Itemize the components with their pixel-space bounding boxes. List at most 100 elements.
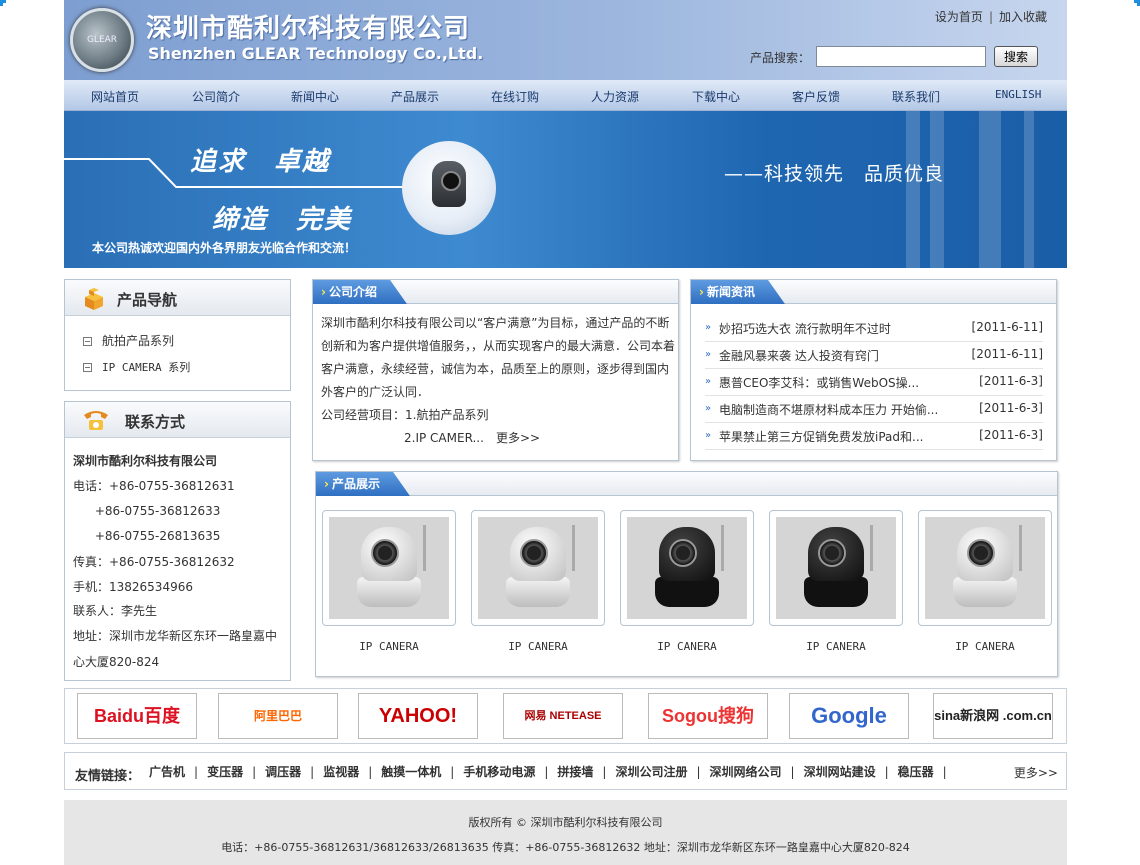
link-separator: | xyxy=(884,765,889,779)
nav-contact[interactable]: 联系我们 xyxy=(892,88,940,105)
yahoo-logo[interactable]: YAHOO! xyxy=(358,693,478,739)
nav-order[interactable]: 在线订购 xyxy=(491,88,539,105)
nav-home[interactable]: 网站首页 xyxy=(91,88,139,105)
contact-company: 深圳市酷利尔科技有限公司 xyxy=(73,454,218,468)
sina-logo[interactable]: sina新浪网 .com.cn xyxy=(933,693,1053,739)
friend-link[interactable]: 调压器 xyxy=(265,765,301,779)
friend-link[interactable]: 触摸一体机 xyxy=(381,765,441,779)
product-frame[interactable] xyxy=(620,510,754,626)
contact-header: 联系方式 xyxy=(65,402,290,438)
footer-contact: 电话：+86-0755-36812631/36812633/26813635 传… xyxy=(221,841,910,854)
nav-hr[interactable]: 人力资源 xyxy=(591,88,639,105)
news-item-title[interactable]: 电脑制造商不堪原材料成本压力 开始偷... xyxy=(719,401,938,418)
camera-lens xyxy=(371,539,399,567)
arrow-icon: › xyxy=(321,285,326,299)
product-item[interactable]: IP CANERA xyxy=(769,510,903,653)
product-frame[interactable] xyxy=(918,510,1052,626)
product-frame[interactable] xyxy=(769,510,903,626)
product-label[interactable]: IP CANERA xyxy=(620,640,754,653)
baidu-logo[interactable]: Baidu百度 xyxy=(77,693,197,739)
nav-english[interactable]: ENGLISH xyxy=(995,88,1041,101)
banner-stripe xyxy=(1024,111,1034,268)
news-item-title[interactable]: 金融风暴来袭 达人投资有窍门 xyxy=(719,347,879,364)
news-item[interactable]: » 妙招巧选大衣 流行款明年不过时 [2011-6-11] xyxy=(705,315,1043,342)
friend-link[interactable]: 稳压器 xyxy=(898,765,934,779)
nav-products[interactable]: 产品展示 xyxy=(391,88,439,105)
double-arrow-icon: » xyxy=(705,322,712,333)
friend-link[interactable]: 深圳网络公司 xyxy=(710,765,782,779)
page-container: GLEAR 深圳市酷利尔科技有限公司 Shenzhen GLEAR Techno… xyxy=(64,0,1067,865)
top-links: 设为首页 | 加入收藏 xyxy=(935,8,1047,25)
top-links-separator: | xyxy=(988,10,993,24)
product-label[interactable]: IP CANERA xyxy=(769,640,903,653)
antenna xyxy=(870,525,873,571)
collapse-icon xyxy=(83,337,92,346)
link-separator: | xyxy=(368,765,373,779)
google-logo[interactable]: Google xyxy=(789,693,909,739)
news-item-title[interactable]: 惠普CEO李艾科：或销售WebOS操... xyxy=(719,374,919,391)
news-item-title[interactable]: 妙招巧选大衣 流行款明年不过时 xyxy=(719,320,891,337)
nav-news[interactable]: 新闻中心 xyxy=(291,88,339,105)
footer-copyright: 版权所有 © 深圳市酷利尔科技有限公司 xyxy=(468,816,663,829)
product-item[interactable]: IP CANERA xyxy=(322,510,456,653)
product-item[interactable]: IP CANERA xyxy=(918,510,1052,653)
product-item[interactable]: IP CANERA xyxy=(620,510,754,653)
news-header: › 新闻资讯 xyxy=(691,280,1056,304)
search-button[interactable]: 搜索 xyxy=(994,46,1038,67)
friend-link[interactable]: 深圳公司注册 xyxy=(615,765,687,779)
friend-link[interactable]: 拼接墙 xyxy=(557,765,593,779)
alibaba-logo[interactable]: 阿里巴巴 Alibaba.com.cn xyxy=(218,693,338,739)
product-frame[interactable] xyxy=(471,510,605,626)
nav-feedback[interactable]: 客户反馈 xyxy=(792,88,840,105)
contact-box: 联系方式 深圳市酷利尔科技有限公司 电话：+86-0755-36812631 +… xyxy=(64,401,291,681)
banner-stripe xyxy=(906,111,920,268)
product-image[interactable] xyxy=(627,517,747,619)
products-header: › 产品展示 xyxy=(316,472,1057,496)
company-logo[interactable]: GLEAR xyxy=(70,8,134,72)
link-separator: | xyxy=(790,765,795,779)
friend-link[interactable]: 深圳网站建设 xyxy=(804,765,876,779)
product-frame[interactable] xyxy=(322,510,456,626)
news-item-date: [2011-6-3] xyxy=(979,374,1043,388)
category-label: IP CAMERA 系列 xyxy=(102,361,191,374)
product-image[interactable] xyxy=(329,517,449,619)
main-nav: 网站首页 公司简介 新闻中心 产品展示 在线订购 人力资源 下载中心 客户反馈 … xyxy=(64,80,1067,111)
news-item-title[interactable]: 苹果禁止第三方促销免费发放iPad和... xyxy=(719,428,923,445)
friend-link[interactable]: 变压器 xyxy=(207,765,243,779)
camera-lens xyxy=(967,539,995,567)
news-item[interactable]: » 苹果禁止第三方促销免费发放iPad和... [2011-6-3] xyxy=(705,423,1043,450)
links-more-link[interactable]: 更多>> xyxy=(1014,764,1058,781)
product-image[interactable] xyxy=(925,517,1045,619)
camera-base xyxy=(804,577,868,607)
camera-base xyxy=(953,577,1017,607)
category-ipcamera[interactable]: IP CAMERA 系列 xyxy=(83,359,190,375)
sogou-logo[interactable]: Sogou搜狗 xyxy=(648,693,768,739)
products-box: › 产品展示 IP CANERA IP CANERA IP CANERA IP CANE… xyxy=(315,471,1058,677)
friend-link[interactable]: 手机移动电源 xyxy=(463,765,535,779)
search-input[interactable] xyxy=(816,46,986,67)
product-image[interactable] xyxy=(776,517,896,619)
about-more-link[interactable]: 更多>> xyxy=(496,431,540,445)
friend-links-label: 友情链接： xyxy=(75,769,141,784)
product-label[interactable]: IP CANERA xyxy=(322,640,456,653)
netease-logo[interactable]: 网易 NETEASE www.163.com xyxy=(503,693,623,739)
news-item[interactable]: » 惠普CEO李艾科：或销售WebOS操... [2011-6-3] xyxy=(705,369,1043,396)
friend-link[interactable]: 广告机 xyxy=(149,765,185,779)
double-arrow-icon: » xyxy=(705,376,712,387)
product-label[interactable]: IP CANERA xyxy=(471,640,605,653)
about-business-item: 2.IP CAMER... xyxy=(404,431,484,445)
link-separator: | xyxy=(252,765,257,779)
news-item[interactable]: » 金融风暴来袭 达人投资有窍门 [2011-6-11] xyxy=(705,342,1043,369)
company-name-cn: 深圳市酷利尔科技有限公司 xyxy=(146,14,471,44)
product-image[interactable] xyxy=(478,517,598,619)
product-label[interactable]: IP CANERA xyxy=(918,640,1052,653)
nav-about[interactable]: 公司简介 xyxy=(192,88,240,105)
set-home-link[interactable]: 设为首页 xyxy=(935,10,983,24)
nav-download[interactable]: 下载中心 xyxy=(692,88,740,105)
news-item[interactable]: » 电脑制造商不堪原材料成本压力 开始偷... [2011-6-3] xyxy=(705,396,1043,423)
product-item[interactable]: IP CANERA xyxy=(471,510,605,653)
double-arrow-icon: » xyxy=(705,403,712,414)
friend-link[interactable]: 监视器 xyxy=(323,765,359,779)
category-aerial[interactable]: 航拍产品系列 xyxy=(83,332,174,349)
add-favorite-link[interactable]: 加入收藏 xyxy=(999,10,1047,24)
